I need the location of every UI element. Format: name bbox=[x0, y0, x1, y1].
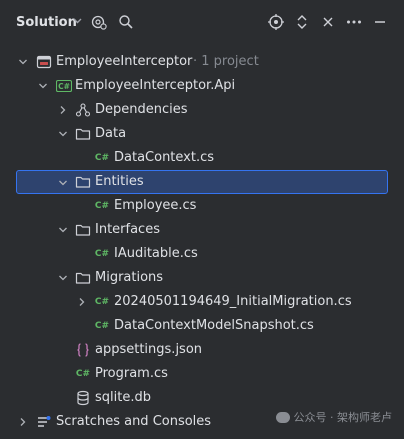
tree-item-label: Employee.cs bbox=[114, 198, 197, 213]
tree-item-folder-interfaces[interactable]: Interfaces bbox=[0, 218, 404, 242]
tree-item-label: Interfaces bbox=[95, 222, 160, 237]
tree-item-folder-data[interactable]: Data bbox=[0, 122, 404, 146]
chevron-down-icon[interactable] bbox=[72, 15, 83, 29]
solution-icon bbox=[36, 54, 52, 70]
scratches-icon bbox=[36, 414, 52, 430]
close-icon[interactable] bbox=[319, 13, 337, 31]
chevron-down-icon[interactable] bbox=[56, 218, 70, 242]
tree-item-label: Dependencies bbox=[95, 102, 188, 117]
csharp-file-icon: C# bbox=[94, 297, 110, 307]
tree-item-label: EmployeeInterceptor.Api bbox=[75, 78, 236, 93]
tree-item-file[interactable]: C# IAuditable.cs bbox=[0, 242, 404, 266]
more-icon[interactable] bbox=[345, 13, 363, 31]
tree-item-project[interactable]: C# EmployeeInterceptor.Api bbox=[0, 74, 404, 98]
chevron-down-icon[interactable] bbox=[36, 74, 50, 98]
database-icon bbox=[75, 390, 91, 406]
tree-item-label: Program.cs bbox=[95, 366, 168, 381]
folder-icon bbox=[75, 222, 91, 238]
csharp-file-icon: C# bbox=[75, 369, 91, 379]
tree-item-label: Migrations bbox=[95, 270, 164, 285]
tree-item-label: sqlite.db bbox=[95, 390, 151, 405]
project-count: · 1 project bbox=[193, 54, 259, 69]
tree-item-label: appsettings.json bbox=[95, 342, 203, 357]
chevron-right-icon[interactable] bbox=[56, 98, 70, 122]
csharp-file-icon: C# bbox=[94, 321, 110, 331]
tree-item-label: 20240501194649_InitialMigration.cs bbox=[114, 294, 352, 309]
tree-item-file[interactable]: C# 20240501194649_InitialMigration.cs bbox=[0, 290, 404, 314]
tree-item-file[interactable]: C# Program.cs bbox=[0, 362, 404, 386]
chevron-down-icon[interactable] bbox=[56, 122, 70, 146]
chevron-down-icon[interactable] bbox=[16, 50, 30, 74]
tree-item-label: Scratches and Consoles bbox=[56, 414, 212, 429]
toolbar: Solution bbox=[0, 0, 404, 46]
wechat-icon bbox=[275, 411, 290, 423]
csharp-file-icon: C# bbox=[94, 249, 110, 259]
chevron-down-icon[interactable] bbox=[56, 171, 70, 195]
folder-icon bbox=[75, 174, 91, 190]
tree-item-folder-entities[interactable]: Entities bbox=[16, 170, 388, 194]
tree-item-file[interactable]: sqlite.db bbox=[0, 386, 404, 410]
tree-item-solution[interactable]: EmployeeInterceptor · 1 project bbox=[0, 50, 404, 74]
chevron-right-icon[interactable] bbox=[75, 290, 89, 314]
tree-item-label: DataContext.cs bbox=[114, 150, 215, 165]
watermark-text: 公众号 · 架构师老卢 bbox=[293, 411, 393, 424]
tree-item-file[interactable]: C# DataContextModelSnapshot.cs bbox=[0, 314, 404, 338]
csharp-file-icon: C# bbox=[94, 201, 110, 211]
tree-item-folder-migrations[interactable]: Migrations bbox=[0, 266, 404, 290]
csharp-file-icon: C# bbox=[94, 153, 110, 163]
view-title[interactable]: Solution bbox=[16, 15, 77, 30]
chevron-right-icon[interactable] bbox=[16, 410, 30, 434]
dependencies-icon bbox=[75, 102, 91, 118]
csharp-project-icon: C# bbox=[56, 78, 72, 94]
tree-item-dependencies[interactable]: Dependencies bbox=[0, 98, 404, 122]
settings-project-icon[interactable] bbox=[90, 13, 108, 31]
tree-item-file[interactable]: appsettings.json bbox=[0, 338, 404, 362]
chevron-down-icon[interactable] bbox=[56, 266, 70, 290]
tree-item-file[interactable]: C# DataContext.cs bbox=[0, 146, 404, 170]
folder-icon bbox=[75, 270, 91, 286]
tree-item-file[interactable]: C# Employee.cs bbox=[0, 194, 404, 218]
tree-item-label: IAuditable.cs bbox=[114, 246, 198, 261]
folder-icon bbox=[75, 126, 91, 142]
expand-collapse-icon[interactable] bbox=[293, 13, 311, 31]
svg-text:C#: C# bbox=[58, 82, 70, 91]
tree-item-label: DataContextModelSnapshot.cs bbox=[114, 318, 314, 333]
watermark: 公众号 · 架构师老卢 bbox=[275, 409, 393, 425]
search-icon[interactable] bbox=[117, 13, 135, 31]
tree-item-label: EmployeeInterceptor bbox=[56, 54, 193, 69]
minimize-icon[interactable] bbox=[371, 13, 389, 31]
locate-icon[interactable] bbox=[267, 13, 285, 31]
tree-item-label: Data bbox=[95, 126, 127, 141]
json-file-icon bbox=[75, 342, 91, 358]
tree-item-label: Entities bbox=[95, 174, 144, 189]
